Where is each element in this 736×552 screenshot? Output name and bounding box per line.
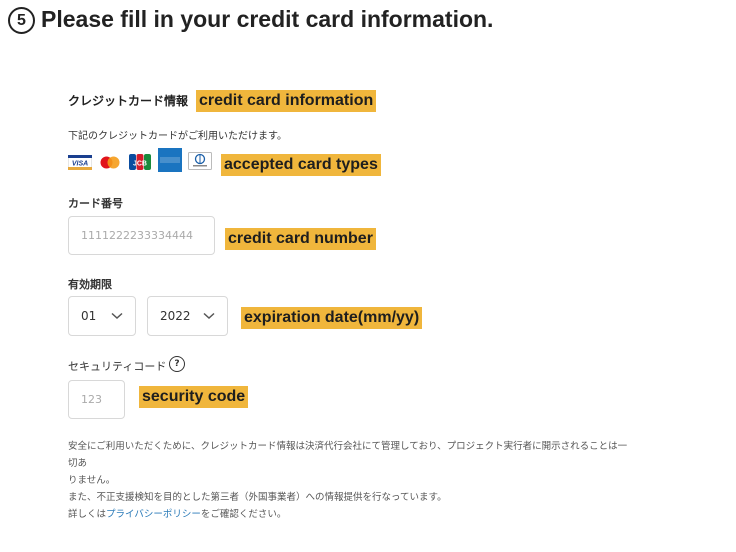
security-code-placeholder: 123 — [81, 393, 102, 406]
expiration-label: 有効期限 — [68, 278, 112, 291]
chevron-down-icon — [111, 312, 123, 320]
section-heading: クレジットカード情報 — [68, 94, 189, 108]
expiration-month-select[interactable]: 01 — [68, 296, 136, 336]
privacy-policy-link[interactable]: プライバシーポリシー — [106, 509, 201, 520]
card-number-input[interactable]: 1111222233334444 — [68, 216, 215, 255]
card-number-placeholder: 1111222233334444 — [81, 229, 193, 242]
chevron-down-icon — [203, 312, 215, 320]
security-disclaimer: 安全にご利用いただくために、クレジットカード情報は決済代行会社にて管理しており、… — [68, 438, 628, 523]
disclaimer-line-2: りません。 — [68, 475, 116, 486]
annotation-credit-card-information: credit card information — [196, 90, 377, 112]
disclaimer-line-4-prefix: 詳しくは — [68, 509, 107, 520]
disclaimer-line-4-suffix: をご確認ください。 — [200, 509, 287, 520]
expiration-year-value: 2022 — [160, 309, 191, 323]
step-title: 5 Please fill in your credit card informa… — [8, 6, 493, 34]
card-number-label: カード番号 — [68, 197, 123, 210]
disclaimer-line-4: 詳しくはプライバシーポリシーをご確認ください。 — [68, 506, 628, 523]
visa-text: VISA — [72, 161, 88, 168]
jcb-text: JCB — [133, 161, 147, 168]
annotation-accepted-card-types: accepted card types — [221, 154, 381, 176]
disclaimer-line-1: 安全にご利用いただくために、クレジットカード情報は決済代行会社にて管理しており、… — [68, 441, 628, 469]
expiration-year-select[interactable]: 2022 — [147, 296, 228, 336]
disclaimer-line-3: また、不正支援検知を目的とした第三者（外国事業者）への情報提供を行なっています。 — [68, 492, 447, 503]
security-code-label: セキュリティコード — [68, 360, 167, 373]
jcb-logo-icon: JCB — [129, 154, 151, 170]
step-title-text: Please fill in your credit card informat… — [41, 6, 494, 32]
visa-logo-icon: VISA — [68, 155, 92, 170]
annotation-expiration-date: expiration date(mm/yy) — [241, 307, 423, 329]
annotation-credit-card-number: credit card number — [225, 228, 376, 250]
step-number: 5 — [8, 7, 35, 34]
security-code-input[interactable]: 123 — [68, 380, 125, 419]
annotation-security-code: security code — [139, 386, 249, 408]
diners-club-logo-icon — [188, 152, 212, 170]
help-question-icon[interactable]: ? — [169, 356, 185, 372]
amex-logo-icon — [158, 148, 182, 172]
mastercard-logo-icon — [100, 156, 120, 169]
expiration-month-value: 01 — [81, 309, 97, 323]
accepted-cards-note: 下記のクレジットカードがご利用いただけます。 — [68, 131, 287, 142]
